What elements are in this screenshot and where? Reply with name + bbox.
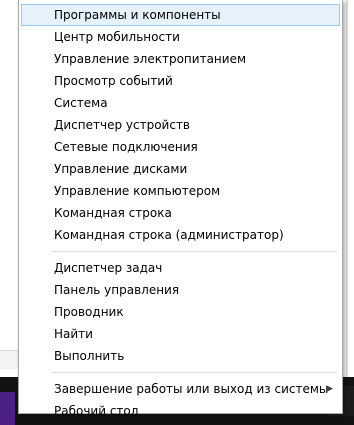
- menu-item-label: Центр мобильности: [54, 30, 180, 44]
- menu-item[interactable]: Диспетчер задач: [21, 257, 340, 279]
- menu-item[interactable]: Сетевые подключения: [21, 136, 340, 158]
- menu-item-label: Найти: [54, 327, 93, 341]
- menu-item[interactable]: Командная строка (администратор): [21, 224, 340, 246]
- menu-item[interactable]: Командная строка: [21, 202, 340, 224]
- menu-item-label: Рабочий стол: [54, 404, 139, 418]
- menu-item[interactable]: Панель управления: [21, 279, 340, 301]
- menu-item-label: Диспетчер устройств: [54, 118, 191, 132]
- submenu-arrow-icon: ▶: [326, 384, 333, 394]
- menu-item[interactable]: Центр мобильности: [21, 26, 340, 48]
- menu-item[interactable]: Проводник: [21, 301, 340, 323]
- menu-item-label: Командная строка: [54, 206, 172, 220]
- background-window-edge: [346, 0, 348, 380]
- menu-item-label: Просмотр событий: [54, 74, 173, 88]
- menu-item-label: Сетевые подключения: [54, 140, 198, 154]
- menu-item[interactable]: Управление дисками: [21, 158, 340, 180]
- menu-item-label: Управление дисками: [54, 162, 188, 176]
- menu-item[interactable]: Выполнить: [21, 345, 340, 367]
- menu-item-label: Управление электропитанием: [54, 52, 246, 66]
- menu-item-label: Командная строка (администратор): [54, 228, 284, 242]
- menu-item-label: Выполнить: [54, 349, 125, 363]
- menu-item[interactable]: Управление электропитанием: [21, 48, 340, 70]
- menu-item[interactable]: Просмотр событий: [21, 70, 340, 92]
- menu-list: Программы и компоненты Центр мобильности У…: [19, 4, 342, 422]
- menu-separator: [51, 251, 338, 252]
- menu-item[interactable]: Рабочий стол: [21, 400, 340, 422]
- menu-item[interactable]: Система: [21, 92, 340, 114]
- menu-separator: [51, 372, 338, 373]
- menu-item[interactable]: Найти: [21, 323, 340, 345]
- menu-item-label: Управление компьютером: [54, 184, 221, 198]
- menu-item-label: Проводник: [54, 305, 124, 319]
- menu-item-label: Диспетчер задач: [54, 261, 163, 275]
- menu-item-label: Программы и компоненты: [54, 8, 221, 22]
- menu-item[interactable]: Диспетчер устройств: [21, 114, 340, 136]
- menu-item-label: Завершение работы или выход из системы: [54, 382, 329, 396]
- menu-item-label: Панель управления: [54, 283, 180, 297]
- menu-item[interactable]: Программы и компоненты: [21, 4, 340, 26]
- quick-link-menu: Программы и компоненты Центр мобильности У…: [18, 0, 343, 418]
- menu-item[interactable]: Управление компьютером: [21, 180, 340, 202]
- menu-item-label: Система: [54, 96, 108, 110]
- start-button[interactable]: [0, 392, 15, 425]
- menu-item[interactable]: Завершение работы или выход из системы ▶: [21, 378, 340, 400]
